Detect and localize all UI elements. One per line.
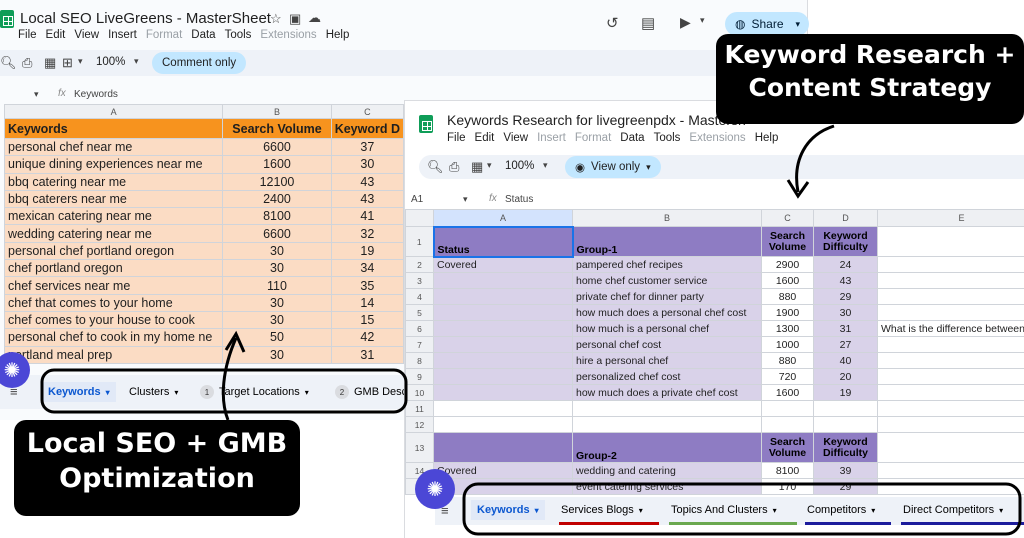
highlight-front-tabs [462,482,1022,536]
arrow-up-stroke [221,337,238,421]
callout-local-seo: Local SEO + GMB Optimization [14,420,300,516]
callout-keyword-research: Keyword Research + Content Strategy [716,34,1024,124]
arrow-down-stroke [795,124,835,193]
screenshot-collage: Local SEO LiveGreens - MasterSheet ☆ ▣ ☁… [0,0,1024,538]
